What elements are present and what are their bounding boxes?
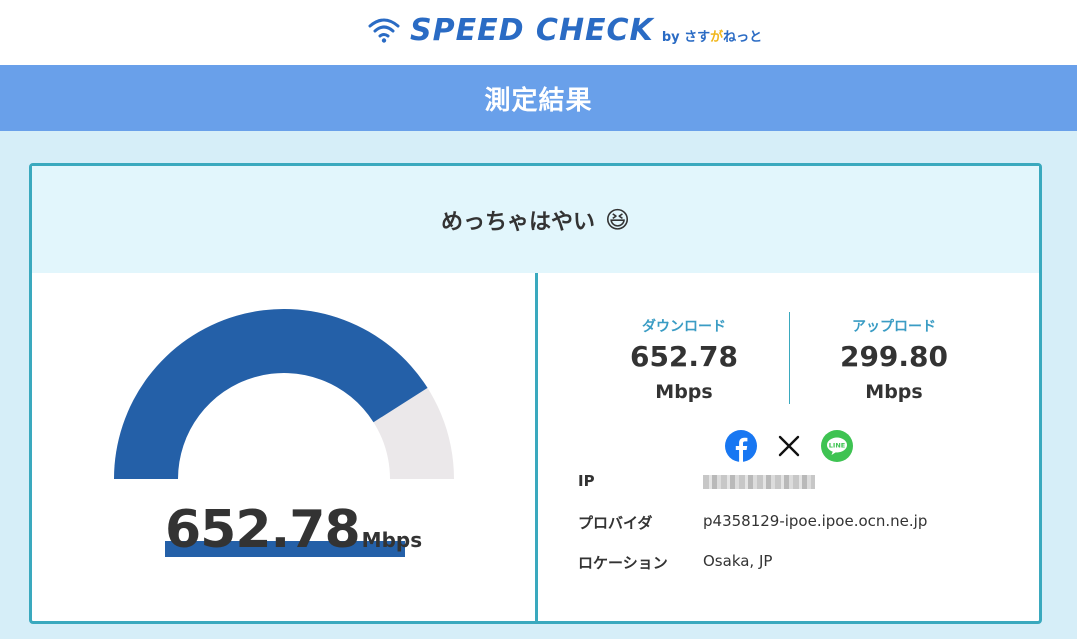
upload-stat: アップロード 299.80 Mbps (794, 316, 994, 403)
download-value: 652.78 (629, 340, 739, 373)
facebook-icon[interactable] (725, 430, 757, 462)
speed-gauge (114, 309, 454, 479)
provider-label: プロバイダ (578, 514, 653, 532)
panel-divider (535, 273, 538, 621)
line-icon-text: LINE (829, 442, 845, 450)
download-label: ダウンロード (642, 319, 726, 335)
gauge-unit: Mbps (361, 528, 423, 552)
laughing-face-icon: 😆 (604, 205, 631, 234)
upload-label: アップロード (852, 319, 936, 335)
result-header: めっちゃはやい 😆 (32, 166, 1039, 273)
verdict-text: めっちゃはやい (440, 209, 595, 235)
gauge-value: 652.78 Mbps (165, 496, 422, 556)
logo-text: SPEED CHECK (410, 12, 654, 48)
share-buttons: LINE (725, 430, 869, 462)
by-brand-a: さす (684, 29, 711, 45)
upload-unit: Mbps (865, 381, 923, 403)
by-brand-c: ねっと (723, 29, 763, 45)
speed-verdict: めっちゃはやい 😆 (441, 204, 630, 236)
ip-row: IP (578, 472, 815, 490)
stat-separator (789, 312, 790, 404)
brand-logo[interactable]: SPEED CHECK by さすがねっと (368, 10, 762, 50)
location-row: ロケーション Osaka, JP (578, 552, 772, 573)
upload-value: 299.80 (839, 340, 949, 373)
x-icon[interactable] (773, 430, 805, 462)
page-title: 測定結果 (484, 85, 593, 116)
by-brand-b: が (710, 29, 724, 45)
location-value: Osaka, JP (703, 552, 773, 570)
top-header: SPEED CHECK by さすがねっと (0, 0, 1077, 65)
line-icon[interactable]: LINE (821, 430, 853, 462)
wifi-icon (368, 18, 400, 43)
gauge-number: 652.78 (165, 500, 361, 560)
provider-row: プロバイダ p4358129-ipoe.ipoe.ocn.ne.jp (578, 512, 927, 533)
provider-value: p4358129-ipoe.ipoe.ocn.ne.jp (703, 512, 928, 530)
title-bar: 測定結果 (0, 65, 1077, 131)
by-prefix: by (661, 29, 680, 45)
ip-label: IP (578, 472, 595, 490)
location-label: ロケーション (578, 554, 668, 572)
ip-value-redacted (703, 475, 815, 489)
by-brand: by さすがねっと (662, 26, 762, 45)
download-unit: Mbps (655, 381, 713, 403)
gauge-fill (114, 309, 428, 479)
download-stat: ダウンロード 652.78 Mbps (584, 316, 784, 403)
result-card: めっちゃはやい 😆 652.78 Mbps ダウンロード 652.78 Mbps… (29, 163, 1042, 624)
